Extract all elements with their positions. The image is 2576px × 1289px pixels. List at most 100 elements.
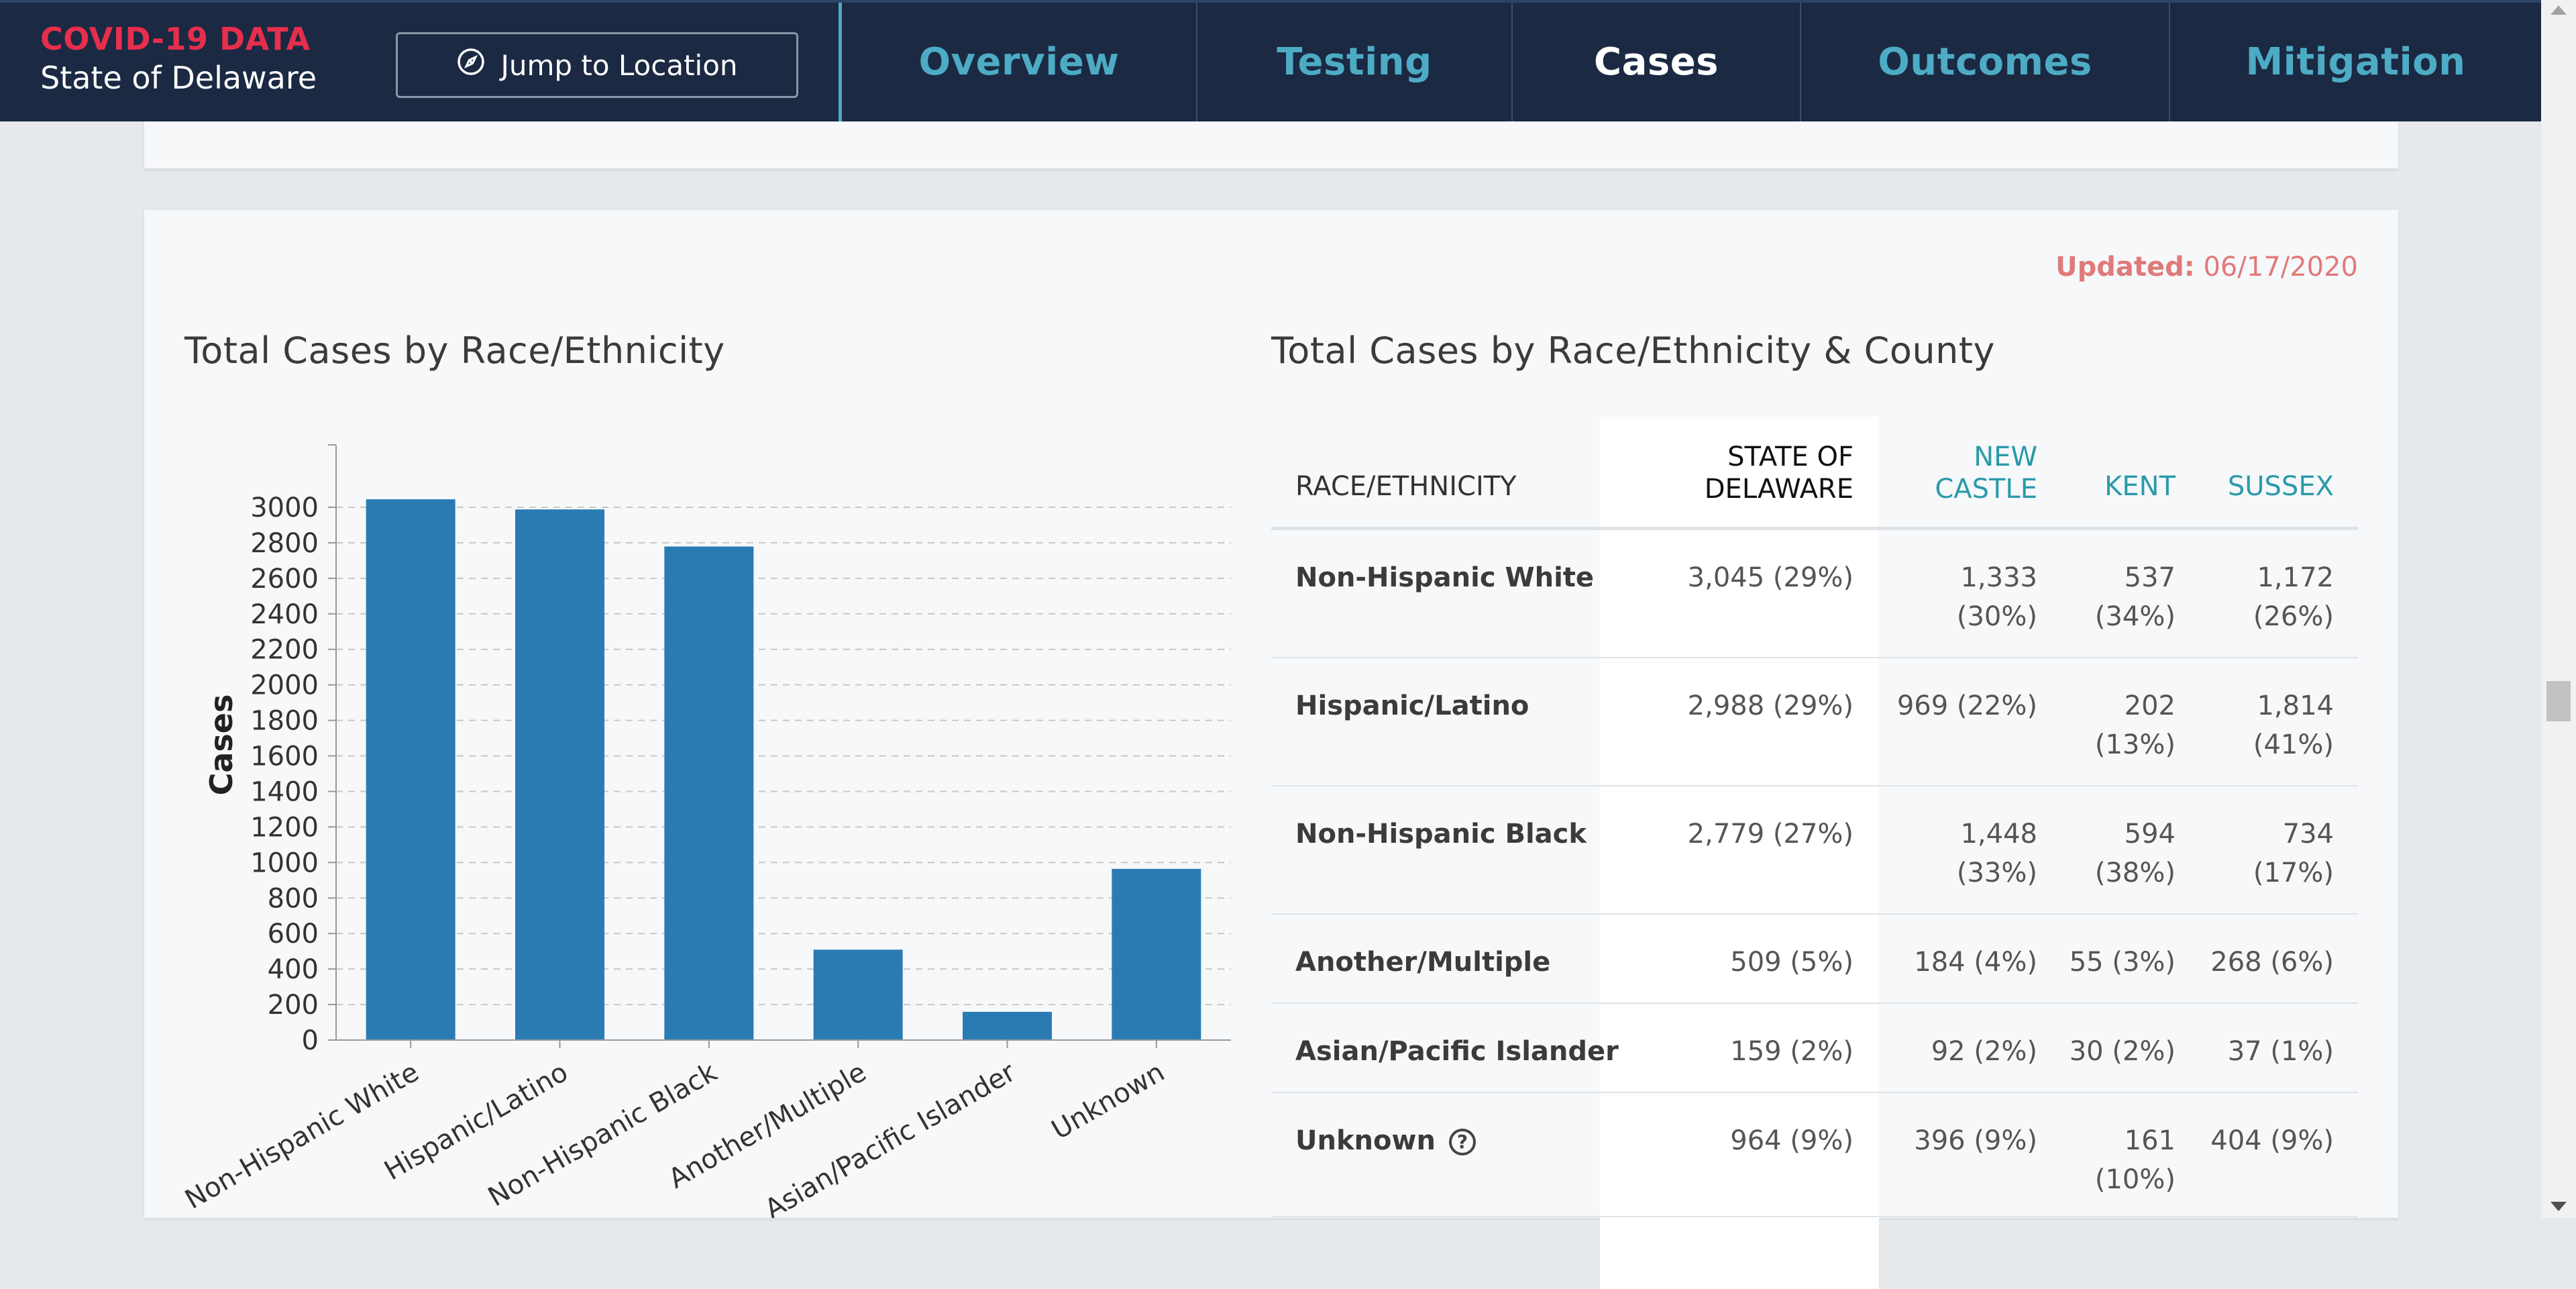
row-label-text: Unknown [1295,1125,1436,1156]
top-navigation-bar: COVID-19 DATA State of Delaware Jump to … [0,0,2541,121]
kent-value-line: 30 (2%) [2069,1036,2176,1067]
updated-date: Updated: 06/17/2020 [2055,252,2358,282]
kent-value: 161 (10%) [2095,1121,2176,1199]
kent-value-line: 594 [2124,819,2176,849]
sussex-value-line: (41%) [2253,729,2334,760]
y-tick-label: 1800 [250,706,319,737]
jump-button-label: Jump to Location [500,48,738,82]
tab-cases[interactable]: Cases [1513,3,1801,121]
new-castle-value-line: (33%) [1956,858,2037,888]
updated-value: 06/17/2020 [2203,252,2358,282]
header-sussex: SUSSEX [2227,471,2334,502]
kent-value: 202 (13%) [2095,686,2176,764]
tab-mitigation[interactable]: Mitigation [2170,3,2541,121]
y-tick-label: 2400 [250,599,319,630]
row-label: Hispanic/Latino [1295,690,1529,721]
header-state-line2: DELAWARE [1704,474,1854,505]
new-castle-value: 1,333 (30%) [1957,558,2037,636]
scroll-down-arrow-icon[interactable] [2551,1202,2567,1211]
new-castle-value-line: 1,333 [1960,562,2037,593]
kent-value-line: 161 [2124,1125,2176,1156]
sussex-value-line: (17%) [2253,858,2334,888]
table-title: Total Cases by Race/Ethnicity & County [1271,329,1995,372]
new-castle-value: 184 (4%) [1914,943,2037,982]
kent-value-line: (13%) [2094,729,2176,760]
kent-value: 537 (34%) [2095,558,2176,636]
sussex-value-line: 1,814 [2257,690,2334,721]
row-label: Another/Multiple [1295,947,1551,978]
new-castle-value: 969 (22%) [1897,686,2037,725]
y-tick-label: 1000 [250,847,319,878]
header-state: STATE OF DELAWARE [1705,441,1854,505]
new-castle-value-line: 396 (9%) [1914,1125,2037,1156]
kent-value: 594 (38%) [2095,815,2176,892]
header-new-castle-line2: CASTLE [1935,474,2037,505]
sussex-value: 37 (1%) [2228,1032,2334,1071]
compass-icon [456,47,486,83]
main-tabs: Overview Testing Cases Outcomes Mitigati… [839,3,2541,124]
y-tick-label: 400 [268,954,319,985]
sussex-value: 1,172 (26%) [2253,558,2334,636]
previous-card [144,121,2398,168]
y-tick-label: 1600 [250,741,319,772]
tab-outcomes[interactable]: Outcomes [1801,3,2170,121]
tab-overview[interactable]: Overview [839,3,1197,121]
header-new-castle: NEW CASTLE [1935,441,2037,505]
table-row: Asian/Pacific Islander 159 (2%) 92 (2%) 30 … [1271,1004,2358,1093]
sussex-value-line: 1,172 [2257,562,2334,593]
row-label: Unknown? [1295,1121,1476,1160]
sussex-value-line: 37 (1%) [2227,1036,2334,1067]
sussex-value: 268 (6%) [2210,943,2334,982]
x-category-label: Unknown [1046,1057,1170,1146]
kent-value-line: 202 [2124,690,2176,721]
header-new-castle-line1: NEW [1974,442,2037,472]
site-brand[interactable]: COVID-19 DATA State of Delaware [40,20,317,98]
kent-value-line: 537 [2124,562,2176,593]
table-row: Non-Hispanic White 3,045 (29%) 1,333 (30%) 5… [1271,530,2358,658]
y-tick-label: 600 [268,919,319,949]
table-row: Another/Multiple 509 (5%) 184 (4%) 55 (3%) 2… [1271,915,2358,1004]
brand-title: COVID-19 DATA [40,21,311,57]
bar[interactable] [664,546,754,1040]
new-castle-value: 92 (2%) [1931,1032,2037,1071]
state-value: 3,045 (29%) [1687,562,1854,593]
header-race: RACE/ETHNICITY [1295,471,1517,502]
state-value: 509 (5%) [1730,947,1854,978]
kent-value-line: 55 (3%) [2069,947,2176,978]
bar[interactable] [963,1011,1052,1040]
row-label: Non-Hispanic Black [1295,819,1587,849]
new-castle-value-line: 184 (4%) [1914,947,2037,978]
tab-testing[interactable]: Testing [1197,3,1513,121]
jump-to-location-button[interactable]: Jump to Location [396,32,798,98]
sussex-value-line: 734 [2282,819,2334,849]
x-category-label: Asian/Pacific Islander [760,1057,1021,1218]
kent-value-line: (10%) [2094,1164,2176,1195]
y-tick-label: 2000 [250,670,319,701]
state-value: 2,779 (27%) [1687,819,1854,849]
sussex-value-line: 404 (9%) [2210,1125,2334,1156]
bar[interactable] [1112,868,1201,1040]
kent-value: 30 (2%) [2070,1032,2176,1071]
y-tick-label: 2600 [250,564,319,595]
bar[interactable] [366,499,455,1040]
bar[interactable] [515,509,604,1040]
row-label: Non-Hispanic White [1295,562,1595,593]
kent-value-line: (34%) [2094,601,2176,632]
sussex-value-line: 268 (6%) [2210,947,2334,978]
page-scrollbar[interactable] [2541,0,2576,1218]
table-row: Non-Hispanic Black 2,779 (27%) 1,448 (33%) 5… [1271,786,2358,915]
y-tick-label: 2800 [250,528,319,559]
help-question-icon[interactable]: ? [1448,1129,1476,1155]
y-tick-label: 2200 [250,635,319,666]
y-tick-label: 200 [268,990,319,1021]
kent-value: 55 (3%) [2070,943,2176,982]
table-body: Non-Hispanic White 3,045 (29%) 1,333 (30%) 5… [1271,530,2358,1217]
sussex-value: 734 (17%) [2253,815,2334,892]
scroll-up-arrow-icon[interactable] [2551,5,2567,15]
sussex-value-line: (26%) [2253,601,2334,632]
y-axis-title: Cases [203,694,239,796]
bar[interactable] [813,949,903,1040]
scroll-thumb[interactable] [2546,681,2571,721]
new-castle-value: 396 (9%) [1914,1121,2037,1160]
race-ethnicity-card: Updated: 06/17/2020 Total Cases by Race/… [144,210,2398,1289]
